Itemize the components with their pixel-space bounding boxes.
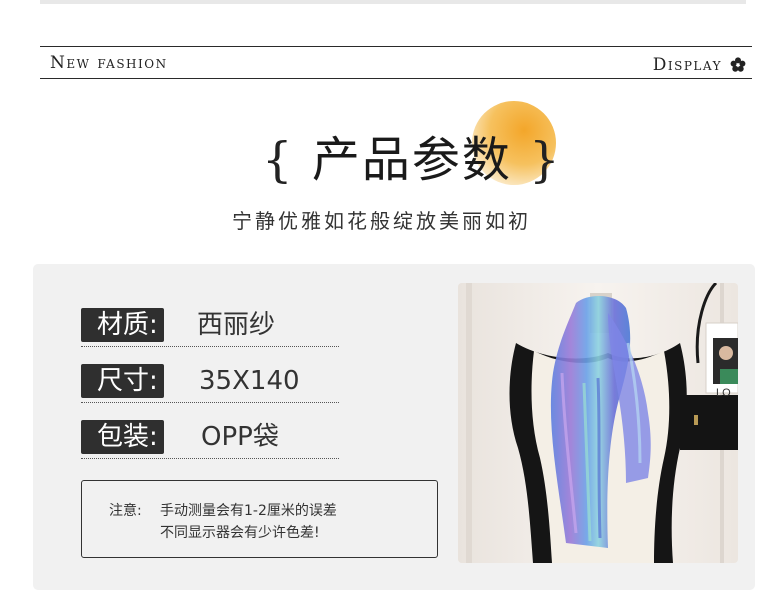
spec-value-material: 西丽纱 bbox=[197, 310, 276, 340]
spec-panel: 材质: 西丽纱 尺寸: 35X140 包装: OPP袋 注意: 手动测量会有1-… bbox=[33, 264, 755, 590]
note-line-2: 不同显示器会有少许色差! bbox=[160, 525, 320, 541]
title-open-brace: { bbox=[262, 132, 295, 188]
flower-icon bbox=[730, 57, 746, 72]
spec-label-package: 包装: bbox=[81, 420, 164, 454]
spec-row-material: 材质: 西丽纱 bbox=[81, 306, 339, 347]
spec-label-size: 尺寸: bbox=[81, 364, 164, 398]
title-close-brace: } bbox=[529, 132, 562, 188]
product-photo: LO bbox=[458, 283, 738, 563]
scarf-mannequin-illustration: LO bbox=[458, 283, 738, 563]
poster-text: LO bbox=[716, 387, 731, 399]
new-fashion-label: New fashion bbox=[50, 53, 168, 73]
page-subtitle: 宁静优雅如花般绽放美丽如初 bbox=[232, 209, 531, 233]
spec-value-size: 35X140 bbox=[199, 366, 300, 396]
measurement-note: 注意: 手动测量会有1-2厘米的误差 不同显示器会有少许色差! bbox=[81, 480, 438, 558]
page-title: { 产品参数 } bbox=[262, 120, 562, 190]
spec-row-package: 包装: OPP袋 bbox=[81, 418, 339, 459]
spec-value-package: OPP袋 bbox=[201, 422, 279, 452]
display-label: Display bbox=[652, 55, 722, 75]
spec-row-size: 尺寸: 35X140 bbox=[81, 362, 339, 403]
note-label: 注意: bbox=[109, 503, 142, 519]
top-divider-strip bbox=[40, 0, 746, 4]
section-header-bar: New fashion Display bbox=[40, 46, 752, 79]
title-text: 产品参数 bbox=[311, 132, 512, 188]
spec-label-material: 材质: bbox=[81, 308, 164, 342]
note-line-1: 手动测量会有1-2厘米的误差 bbox=[160, 503, 337, 519]
